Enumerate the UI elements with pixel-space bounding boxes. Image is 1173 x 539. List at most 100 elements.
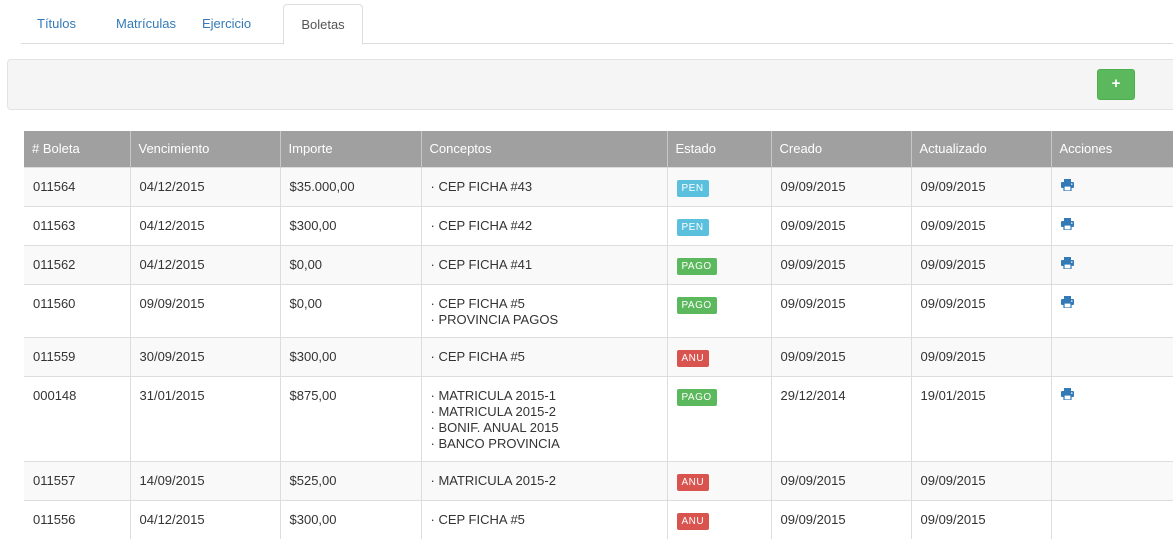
cell-actualizado: 09/09/2015 xyxy=(911,166,1052,206)
cell-acciones xyxy=(1051,244,1173,284)
header-estado[interactable]: Estado xyxy=(667,131,772,167)
cell-creado: 09/09/2015 xyxy=(771,283,912,337)
cell-boleta: 011560 xyxy=(24,283,131,337)
cell-importe: $0,00 xyxy=(280,283,422,337)
cell-conceptos: · CEP FICHA #43 xyxy=(421,166,668,206)
cell-importe: $0,00 xyxy=(280,244,422,284)
status-badge: ANU xyxy=(676,512,710,530)
header-importe[interactable]: Importe xyxy=(280,131,422,167)
tab-matriculas[interactable]: Matrículas xyxy=(116,4,176,44)
cell-creado: 09/09/2015 xyxy=(771,499,912,539)
cell-creado: 09/09/2015 xyxy=(771,336,912,376)
status-badge: PEN xyxy=(676,218,709,236)
concept-item: · CEP FICHA #41 xyxy=(430,256,533,272)
header-vencimiento[interactable]: Vencimiento xyxy=(130,131,281,167)
cell-acciones xyxy=(1051,375,1173,461)
cell-estado: ANU xyxy=(667,499,772,539)
cell-importe: $300,00 xyxy=(280,499,422,539)
cell-vencimiento: 31/01/2015 xyxy=(130,375,281,461)
concept-item: · CEP FICHA #42 xyxy=(430,217,533,233)
cell-boleta: 011563 xyxy=(24,205,131,245)
print-icon[interactable] xyxy=(1060,178,1074,195)
table-row: 011564 04/12/2015 $35.000,00 · CEP FICHA #4… xyxy=(24,166,1173,206)
status-badge: PAGO xyxy=(676,388,717,406)
print-icon[interactable] xyxy=(1060,295,1074,312)
cell-conceptos: · CEP FICHA #5 · PROVINCIA PAGOS xyxy=(421,283,668,337)
tab-boletas[interactable]: Boletas xyxy=(283,4,363,45)
cell-estado: PEN xyxy=(667,205,772,245)
concept-item: · BONIF. ANUAL 2015 xyxy=(430,419,559,435)
header-conceptos[interactable]: Conceptos xyxy=(421,131,668,167)
table-header-row: # Boleta Vencimiento Importe Conceptos E… xyxy=(24,131,1173,167)
cell-estado: PAGO xyxy=(667,244,772,284)
concept-item: · MATRICULA 2015-2 xyxy=(430,472,556,488)
cell-importe: $875,00 xyxy=(280,375,422,461)
cell-estado: PEN xyxy=(667,166,772,206)
table-row: 011563 04/12/2015 $300,00 · CEP FICHA #42 PE… xyxy=(24,205,1173,245)
cell-vencimiento: 04/12/2015 xyxy=(130,205,281,245)
concept-item: · BANCO PROVINCIA xyxy=(430,435,560,451)
table-row: 011559 30/09/2015 $300,00 · CEP FICHA #5 ANU… xyxy=(24,336,1173,376)
cell-conceptos: · CEP FICHA #42 xyxy=(421,205,668,245)
toolbar xyxy=(7,59,1173,110)
header-boleta[interactable]: # Boleta xyxy=(24,131,131,167)
cell-acciones xyxy=(1051,205,1173,245)
table-row: 011556 04/12/2015 $300,00 · CEP FICHA #5 ANU… xyxy=(24,499,1173,539)
cell-creado: 09/09/2015 xyxy=(771,460,912,500)
tab-ejercicio[interactable]: Ejercicio xyxy=(202,4,251,44)
table-row: 000148 31/01/2015 $875,00 · MATRICULA 2015-… xyxy=(24,375,1173,461)
cell-boleta: 011564 xyxy=(24,166,131,206)
cell-conceptos: · CEP FICHA #5 xyxy=(421,336,668,376)
concept-item: · PROVINCIA PAGOS xyxy=(430,311,559,327)
table-row: 011557 14/09/2015 $525,00 · MATRICULA 2015-… xyxy=(24,460,1173,500)
cell-acciones xyxy=(1051,166,1173,206)
status-badge: ANU xyxy=(676,349,710,367)
tab-bar: Títulos Matrículas Ejercicio Boletas xyxy=(21,0,1173,45)
cell-importe: $525,00 xyxy=(280,460,422,500)
status-badge: PAGO xyxy=(676,257,717,275)
cell-estado: PAGO xyxy=(667,283,772,337)
cell-creado: 29/12/2014 xyxy=(771,375,912,461)
cell-conceptos: · CEP FICHA #41 xyxy=(421,244,668,284)
boletas-table: # Boleta Vencimiento Importe Conceptos E… xyxy=(24,131,1173,539)
cell-importe: $300,00 xyxy=(280,205,422,245)
cell-estado: ANU xyxy=(667,336,772,376)
print-icon[interactable] xyxy=(1060,217,1074,234)
header-acciones: Acciones xyxy=(1051,131,1173,167)
tab-titulos[interactable]: Títulos xyxy=(37,4,76,44)
cell-conceptos: · MATRICULA 2015-1 · MATRICULA 2015-2 · BO… xyxy=(421,375,668,461)
cell-boleta: 011559 xyxy=(24,336,131,376)
concept-item: · CEP FICHA #5 xyxy=(430,511,525,527)
concept-item: · MATRICULA 2015-1 xyxy=(430,387,556,403)
header-actualizado[interactable]: Actualizado xyxy=(911,131,1052,167)
cell-importe: $300,00 xyxy=(280,336,422,376)
header-creado[interactable]: Creado xyxy=(771,131,912,167)
status-badge: ANU xyxy=(676,473,710,491)
cell-actualizado: 09/09/2015 xyxy=(911,460,1052,500)
cell-estado: ANU xyxy=(667,460,772,500)
concept-item: · CEP FICHA #43 xyxy=(430,178,533,194)
status-badge: PEN xyxy=(676,179,709,197)
cell-vencimiento: 04/12/2015 xyxy=(130,499,281,539)
table-row: 011560 09/09/2015 $0,00 · CEP FICHA #5 · PRO… xyxy=(24,283,1173,337)
cell-acciones xyxy=(1051,499,1173,539)
cell-actualizado: 09/09/2015 xyxy=(911,499,1052,539)
cell-vencimiento: 30/09/2015 xyxy=(130,336,281,376)
cell-boleta: 000148 xyxy=(24,375,131,461)
cell-acciones xyxy=(1051,460,1173,500)
cell-vencimiento: 09/09/2015 xyxy=(130,283,281,337)
print-icon[interactable] xyxy=(1060,387,1074,404)
concept-item: · CEP FICHA #5 xyxy=(430,295,525,311)
cell-actualizado: 19/01/2015 xyxy=(911,375,1052,461)
cell-actualizado: 09/09/2015 xyxy=(911,336,1052,376)
cell-acciones xyxy=(1051,283,1173,337)
cell-boleta: 011557 xyxy=(24,460,131,500)
cell-conceptos: · MATRICULA 2015-2 xyxy=(421,460,668,500)
table-row: 011562 04/12/2015 $0,00 · CEP FICHA #41 PAGO… xyxy=(24,244,1173,284)
status-badge: PAGO xyxy=(676,296,717,314)
add-boleta-button[interactable]: + xyxy=(1097,69,1135,100)
print-icon[interactable] xyxy=(1060,256,1074,273)
concept-item: · MATRICULA 2015-2 xyxy=(430,403,556,419)
cell-creado: 09/09/2015 xyxy=(771,166,912,206)
cell-actualizado: 09/09/2015 xyxy=(911,244,1052,284)
